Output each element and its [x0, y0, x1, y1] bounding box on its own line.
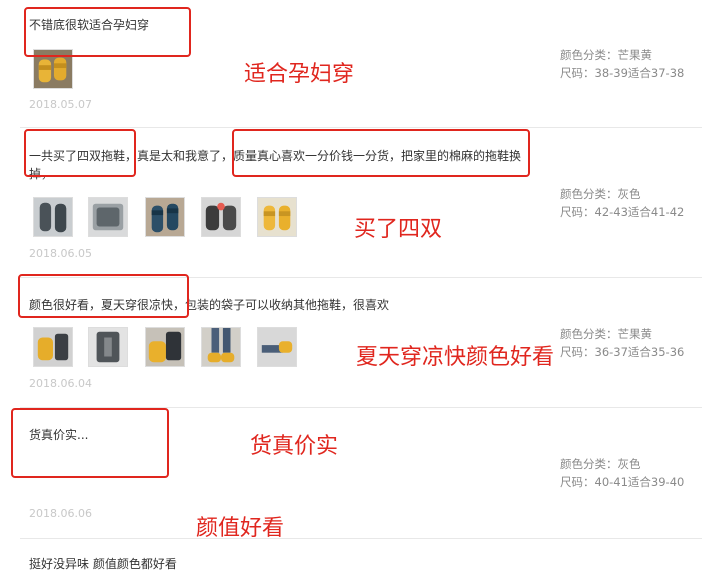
color-value: 芒果黄 — [617, 48, 653, 62]
highlight-box — [24, 7, 191, 57]
review-photo-thumbnail[interactable] — [145, 197, 185, 237]
color-label: 颜色分类： — [560, 457, 618, 471]
divider — [20, 538, 702, 539]
review-photo-thumbnail[interactable] — [33, 327, 73, 367]
size-value: 42-43适合41-42 — [594, 205, 685, 219]
review-text: 挺好没异味 颜值颜色都好看 — [29, 557, 177, 571]
sku-info: 颜色分类：芒果黄 尺码：36-37适合35-36 — [560, 325, 684, 361]
sku-info: 颜色分类：灰色 尺码：40-41适合39-40 — [560, 455, 684, 491]
size-value: 36-37适合35-36 — [594, 345, 685, 359]
review-photo-thumbnail[interactable] — [201, 327, 241, 367]
review-date: 2018.05.07 — [29, 98, 92, 111]
highlight-box — [11, 408, 169, 478]
review-photo-thumbnail[interactable] — [145, 327, 185, 367]
annotation-label: 颜值好看 — [196, 516, 285, 541]
sku-info: 颜色分类：芒果黄 尺码：38-39适合37-38 — [560, 46, 684, 82]
size-label: 尺码： — [560, 475, 595, 489]
annotation-label: 适合孕妇穿 — [244, 62, 355, 87]
size-label: 尺码： — [560, 205, 595, 219]
review-photo-thumbnail[interactable] — [257, 327, 297, 367]
size-value: 38-39适合37-38 — [594, 66, 685, 80]
size-value: 40-41适合39-40 — [594, 475, 685, 489]
highlight-box — [232, 129, 530, 177]
review-photo-thumbnail[interactable] — [88, 327, 128, 367]
size-label: 尺码： — [560, 66, 595, 80]
review-date: 2018.06.05 — [29, 247, 92, 260]
color-label: 颜色分类： — [560, 187, 618, 201]
review-photo-thumbnail[interactable] — [257, 197, 297, 237]
review-photo-thumbnail[interactable] — [88, 197, 128, 237]
highlight-box — [24, 129, 136, 177]
color-label: 颜色分类： — [560, 48, 618, 62]
sku-info: 颜色分类：灰色 尺码：42-43适合41-42 — [560, 185, 684, 221]
annotation-label: 夏天穿凉快颜色好看 — [356, 345, 555, 370]
review-photo-thumbnail[interactable] — [33, 197, 73, 237]
review-photo-thumbnail[interactable] — [201, 197, 241, 237]
color-value: 芒果黄 — [617, 327, 653, 341]
color-label: 颜色分类： — [560, 327, 618, 341]
review-date: 2018.06.06 — [29, 507, 92, 520]
highlight-box — [18, 274, 189, 318]
divider — [20, 127, 702, 128]
annotation-label: 货真价实 — [250, 434, 339, 459]
size-label: 尺码： — [560, 345, 595, 359]
review-date: 2018.06.04 — [29, 377, 92, 390]
annotation-label: 买了四双 — [354, 217, 443, 242]
color-value: 灰色 — [617, 457, 641, 471]
color-value: 灰色 — [617, 187, 641, 201]
